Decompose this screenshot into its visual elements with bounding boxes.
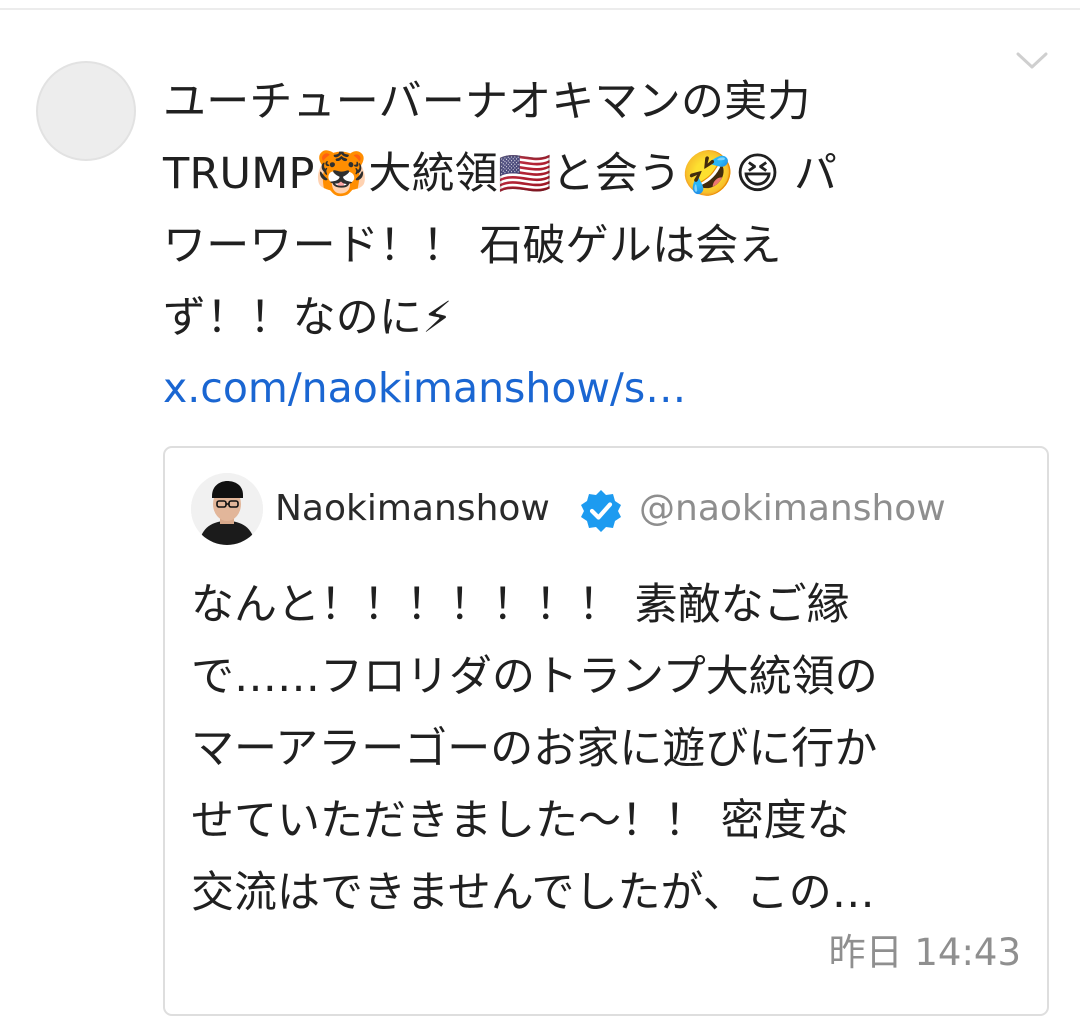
person-photo-icon: [191, 473, 263, 545]
quoted-post-card[interactable]: Naokimanshow @naokimanshow なんと！！！！！！！ 素敵…: [163, 446, 1049, 1016]
quoted-author-handle[interactable]: @naokimanshow: [639, 486, 946, 532]
author-avatar[interactable]: [36, 61, 136, 161]
quoted-author-avatar[interactable]: [191, 473, 263, 545]
quoted-author-name[interactable]: Naokimanshow: [275, 486, 550, 532]
post-link[interactable]: x.com/naokimanshow/s…: [163, 352, 686, 424]
top-divider: [0, 8, 1080, 10]
verified-badge-icon: [581, 490, 621, 532]
quoted-post-text: なんと！！！！！！！ 素敵なご縁 で……フロリダのトランプ大統領の マーアラーゴ…: [191, 580, 878, 918]
chevron-down-icon[interactable]: [1012, 48, 1052, 74]
quoted-post-timestamp: 昨日 14:43: [828, 931, 1021, 974]
post-text: ユーチューバーナオキマンの実力 TRUMP🐯大統領🇺🇸と会う🤣😆 パ ワーワード…: [163, 77, 838, 343]
